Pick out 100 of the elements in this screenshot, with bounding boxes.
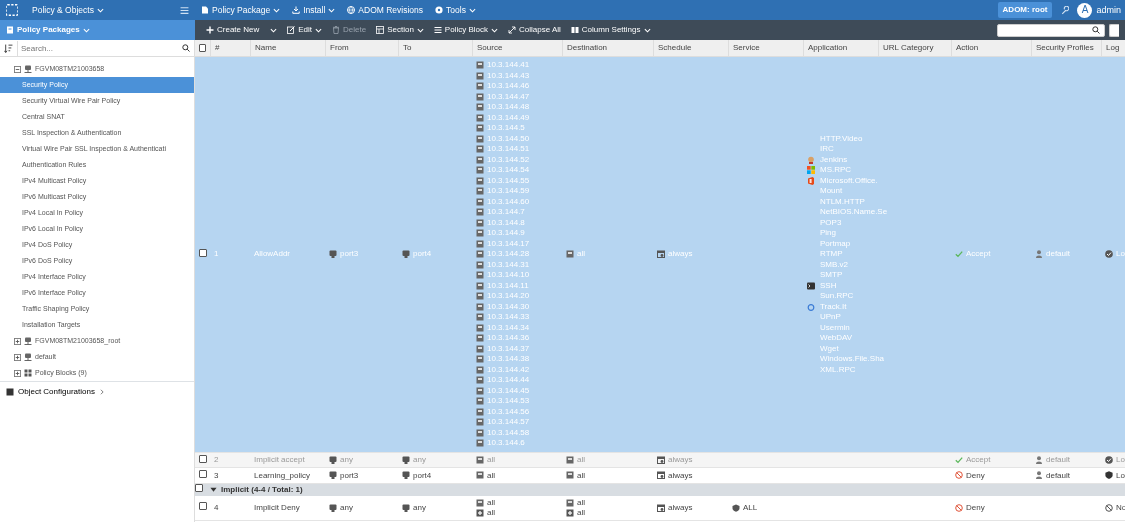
interface-name: port4 xyxy=(413,249,432,260)
address-name: 10.3.144.10 xyxy=(487,270,530,281)
column-header[interactable]: To xyxy=(398,40,472,56)
download-icon xyxy=(292,6,301,14)
column-header[interactable]: Service xyxy=(728,40,803,56)
search-icon[interactable] xyxy=(182,44,190,52)
interface-name: any xyxy=(413,455,426,465)
trash-icon xyxy=(332,26,341,34)
toolbar-button[interactable] xyxy=(1109,23,1119,37)
app-menu[interactable]: Policy & Objects xyxy=(26,4,110,16)
caret-icon xyxy=(328,6,336,14)
policy-name: Implicit accept xyxy=(253,455,306,465)
schedule-name: always xyxy=(668,470,693,481)
address-name: 10.3.144.52 xyxy=(487,154,530,165)
expand-icon[interactable] xyxy=(14,337,21,345)
menu-item[interactable]: Tools xyxy=(429,4,482,16)
menu-item[interactable]: Install xyxy=(286,4,342,16)
profile-name: default xyxy=(1046,470,1071,481)
collapse-icon xyxy=(508,26,516,34)
table-row[interactable]: 3 Learning_policy port3 port4 all all always Deny default Lo xyxy=(195,468,1125,484)
application-name: HTTP.Video xyxy=(820,133,863,144)
toolbar-button[interactable]: Section xyxy=(371,25,429,35)
row-checkbox[interactable] xyxy=(195,484,203,493)
search-icon[interactable] xyxy=(1092,26,1100,34)
caret-icon xyxy=(82,26,90,34)
column-header[interactable]: Schedule xyxy=(653,40,728,56)
address-name: 10.3.144.43 xyxy=(487,70,530,81)
interface-name: port3 xyxy=(340,249,359,260)
address-name: 10.3.144.33 xyxy=(487,312,530,323)
toolbar-button[interactable]: Collapse All xyxy=(503,25,566,35)
calendar-icon xyxy=(657,250,665,259)
toolbar-button[interactable]: Edit xyxy=(282,25,328,35)
column-header[interactable]: # xyxy=(210,40,250,56)
check-circle-icon xyxy=(1105,455,1113,464)
shield-icon xyxy=(1105,471,1113,480)
address-name: 10.3.144.49 xyxy=(487,112,530,123)
monitor-icon xyxy=(329,471,337,480)
policy-id: 2 xyxy=(213,455,220,465)
action-label: Accept xyxy=(966,249,991,260)
device-icon xyxy=(24,65,32,73)
wrench-icon[interactable] xyxy=(1060,5,1070,15)
column-header[interactable]: Source xyxy=(472,40,562,56)
profile-name: default xyxy=(1046,249,1071,260)
calendar-icon xyxy=(657,471,665,480)
table-row[interactable]: 4 Implicit Deny any any all all all all always ALL Deny No xyxy=(195,495,1125,521)
menu-item[interactable]: ADOM Revisions xyxy=(341,4,430,16)
application-name: Microsoft.Office. xyxy=(820,175,878,186)
user-avatar[interactable]: A xyxy=(1077,2,1093,18)
toolbar-button[interactable]: Column Settings xyxy=(565,25,656,35)
address-name: all xyxy=(487,507,495,518)
blocks-icon xyxy=(24,369,32,377)
expand-icon[interactable] xyxy=(14,353,21,361)
column-header[interactable]: Application xyxy=(803,40,878,56)
app-grid-icon[interactable] xyxy=(6,4,18,16)
calendar-icon xyxy=(657,455,665,464)
row-checkbox[interactable] xyxy=(199,502,207,511)
search-field[interactable] xyxy=(997,23,1105,37)
profile-name: default xyxy=(1046,455,1071,465)
policy-name: Learning_policy xyxy=(253,470,312,481)
row-checkbox[interactable] xyxy=(199,248,207,257)
column-header[interactable]: Security Profiles xyxy=(1031,40,1101,56)
application-name: Track.It xyxy=(820,301,847,312)
column-header[interactable]: Action xyxy=(951,40,1031,56)
address-name: all xyxy=(577,249,585,260)
caret-icon xyxy=(491,26,498,34)
column-header[interactable]: URL Category xyxy=(878,40,951,56)
application-name: NTLM.HTTP xyxy=(820,196,865,207)
column-header[interactable]: From xyxy=(325,40,398,56)
column-header[interactable]: Name xyxy=(250,40,325,56)
triangle-down-icon[interactable] xyxy=(210,486,217,494)
toolbar-button[interactable]: Create New xyxy=(201,25,283,35)
row-checkbox[interactable] xyxy=(199,470,207,479)
application-name: Mount xyxy=(820,186,843,197)
application-name: SSH xyxy=(820,280,837,291)
caret-icon xyxy=(468,6,476,14)
expand-icon[interactable] xyxy=(14,369,21,377)
user-name[interactable]: admin xyxy=(1096,4,1121,16)
select-all-checkbox[interactable] xyxy=(199,44,206,52)
log-label: Lo xyxy=(1116,470,1125,481)
address-name: 10.3.144.56 xyxy=(487,406,530,417)
monitor-icon xyxy=(402,471,410,480)
application-name: WebDAV xyxy=(820,333,853,344)
sort-icon[interactable] xyxy=(4,43,13,53)
caret-icon xyxy=(416,26,424,34)
no-entry-icon xyxy=(1105,503,1113,512)
menu-item[interactable]: Policy Package xyxy=(195,4,287,16)
address-name: all xyxy=(487,470,495,481)
menu-icon[interactable] xyxy=(180,5,189,15)
toolbar-button[interactable]: Policy Block xyxy=(428,25,503,35)
interface-name: port3 xyxy=(340,470,359,481)
column-header[interactable]: Log xyxy=(1101,40,1125,56)
address-name: 10.3.144.44 xyxy=(487,375,530,386)
action-label: Deny xyxy=(966,502,985,513)
application-name: Wget xyxy=(820,343,839,354)
application-name: NetBIOS.Name.Se xyxy=(820,207,888,218)
collapse-icon[interactable] xyxy=(14,65,21,73)
address-name: 10.3.144.57 xyxy=(487,417,530,428)
column-header[interactable]: Destination xyxy=(562,40,653,56)
address-name: 10.3.144.11 xyxy=(487,280,529,291)
address-name: 10.3.144.20 xyxy=(487,291,530,302)
